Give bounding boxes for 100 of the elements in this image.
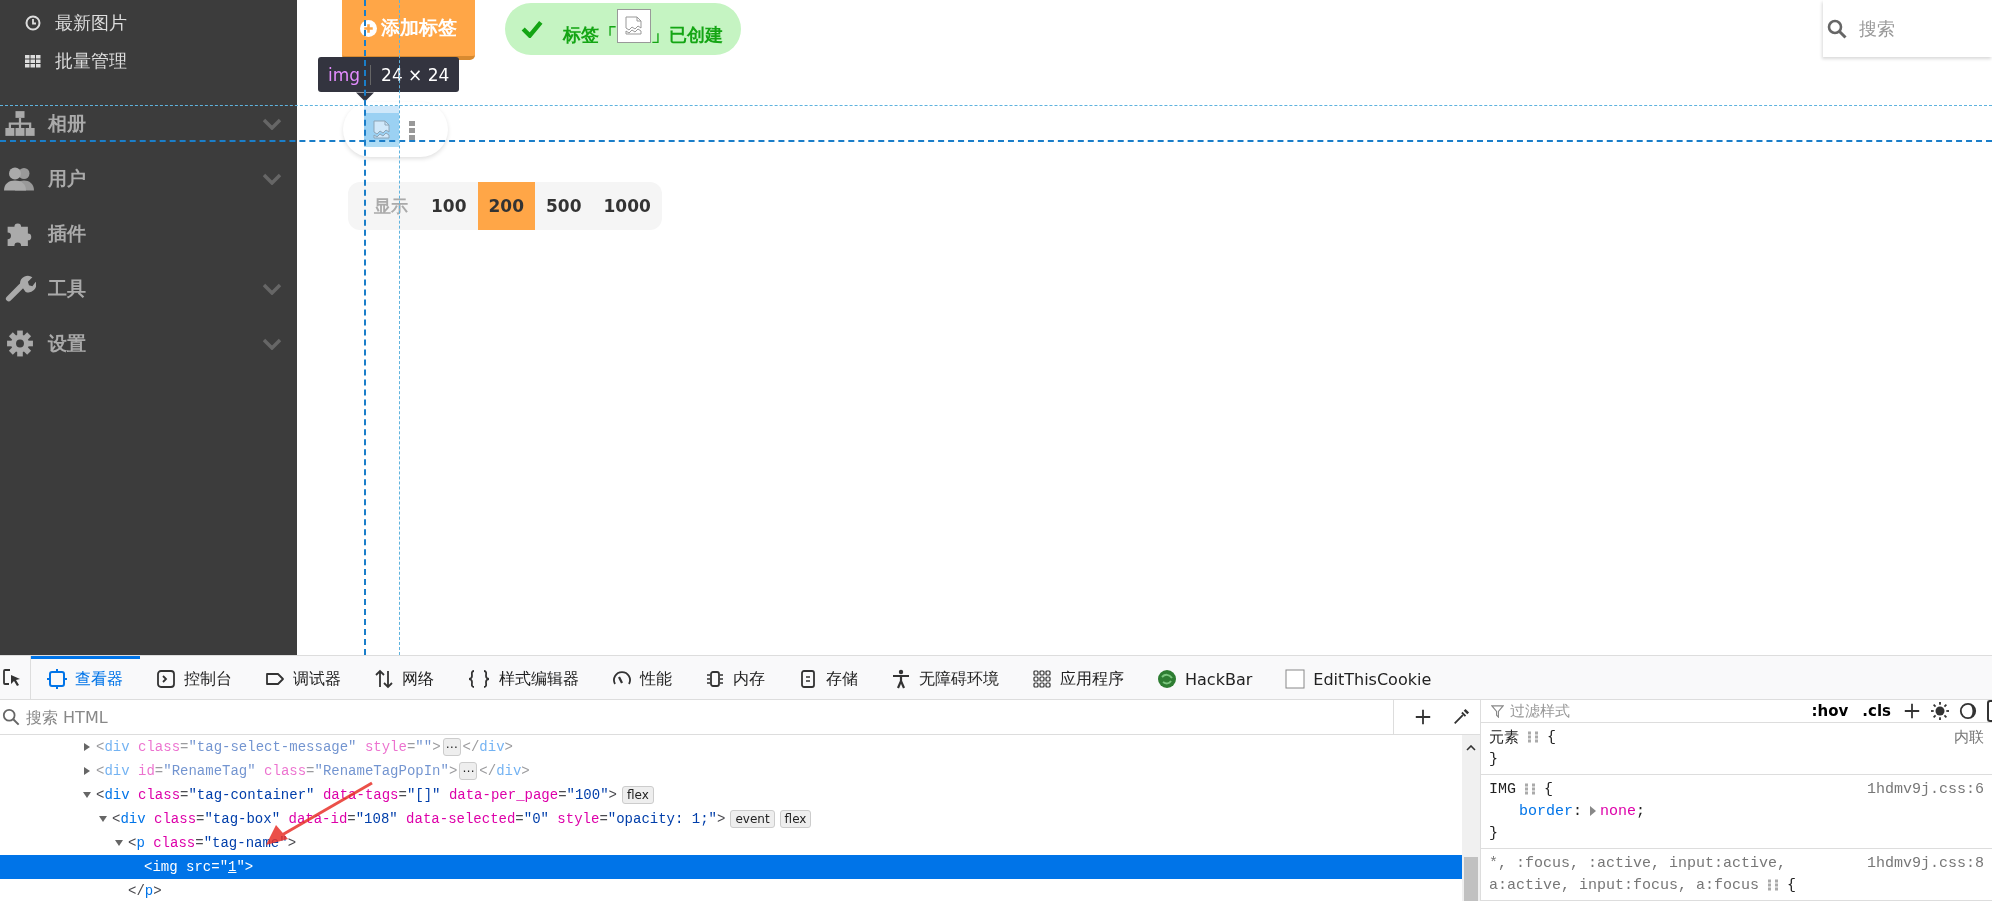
css-value[interactable]: none <box>1600 802 1637 820</box>
funnel-icon <box>1491 704 1504 718</box>
devtools-tab[interactable]: EditThisCookie <box>1269 656 1449 699</box>
markup-code: <div id="RenameTag" class="RenameTagPopIn"> <box>96 763 458 779</box>
braces-icon <box>467 669 491 689</box>
frame-icon <box>47 669 67 689</box>
grid-dots-icon[interactable] <box>1524 783 1536 795</box>
markup-code: <div class="tag-select-message" style=""> <box>96 739 441 755</box>
devtools-tab[interactable]: 调试器 <box>249 656 358 699</box>
devtools-tab[interactable]: 性能 <box>596 656 689 699</box>
sidebar-section[interactable]: 用户 <box>0 151 297 206</box>
element-highlight <box>364 106 399 140</box>
css-brace: { <box>1547 728 1556 746</box>
devtools-tab[interactable]: 样式编辑器 <box>451 656 596 699</box>
stylesheet-link[interactable]: 1hdmv9j.css:8 <box>1866 854 1984 872</box>
page-size-option[interactable]: 1000 <box>592 182 662 230</box>
stylesheet-link[interactable]: 内联 <box>1954 727 1984 747</box>
tag-chip[interactable] <box>343 102 448 157</box>
devtools-tab[interactable]: 内存 <box>689 656 782 699</box>
users-icon <box>4 165 36 192</box>
devtools-tab[interactable]: 应用程序 <box>1016 656 1141 699</box>
dots-grid-icon <box>1032 669 1052 689</box>
css-brace: } <box>1489 824 1498 842</box>
disclosure-triangle-icon[interactable] <box>82 766 92 776</box>
markup-code: </div> <box>462 739 513 755</box>
css-semicolon: ; <box>1636 802 1646 820</box>
disclosure-triangle-icon[interactable] <box>82 742 92 752</box>
toolbar-icon[interactable] <box>1987 700 1992 722</box>
sidebar-section[interactable]: 设置 <box>0 316 297 371</box>
wrench-icon <box>4 275 36 302</box>
sidebar-section[interactable]: 相册 <box>0 96 297 151</box>
accessibility-icon <box>891 669 911 689</box>
disclosure-triangle-icon[interactable] <box>114 838 124 848</box>
markup-row[interactable]: <div class="tag-select-message" style=""> ⋯ </div> <box>0 735 1462 759</box>
page-size-option[interactable]: 100 <box>420 182 478 230</box>
css-selector: *, :focus, :active, input:active, <box>1489 854 1787 872</box>
css-selector: IMG <box>1489 780 1516 798</box>
expand-triangle-icon[interactable] <box>1590 806 1597 816</box>
pager-label: 显示 <box>373 194 409 218</box>
gear-icon <box>4 330 36 357</box>
add-rule-icon[interactable] <box>1903 702 1921 720</box>
sidebar-section[interactable]: 工具 <box>0 261 297 316</box>
chip-icon <box>705 669 725 689</box>
css-property[interactable]: border <box>1519 802 1573 820</box>
checkmark-icon <box>521 20 543 38</box>
blank-square-icon <box>1285 669 1306 689</box>
markup-code: <img src="1"> <box>144 859 254 875</box>
sitemap-icon <box>4 110 36 137</box>
markup-row[interactable]: <div id="RenameTag" class="RenameTagPopIn"> ⋯ </div> <box>0 759 1462 783</box>
sidebar-item[interactable]: 批量管理 <box>0 42 297 80</box>
markup-row[interactable]: <img src="1"> <box>0 855 1462 879</box>
markup-badge[interactable]: flex <box>779 810 812 828</box>
collapsed-content-button[interactable]: ⋯ <box>459 762 478 780</box>
markup-code: <p class="tag-name"> <box>128 835 297 851</box>
element-picker-button[interactable] <box>0 656 31 699</box>
devtools-tab[interactable]: 存储 <box>782 656 875 699</box>
search-icon <box>1827 18 1847 39</box>
toast-text: 」已创建 <box>651 23 723 47</box>
scrollbar[interactable] <box>1462 735 1480 901</box>
css-brace: { <box>1787 876 1797 894</box>
scrollbar-thumb[interactable] <box>1464 857 1478 901</box>
sun-icon[interactable] <box>1931 702 1949 720</box>
clock-icon <box>25 15 41 31</box>
storage-icon <box>798 669 818 689</box>
css-selector: 元素 <box>1489 728 1519 747</box>
devtools-tab[interactable]: 控制台 <box>140 656 249 699</box>
plus-circle-icon <box>360 19 377 37</box>
ball-icon <box>1157 669 1177 689</box>
devtools-tab[interactable]: 无障碍环境 <box>875 656 1016 699</box>
src-link[interactable]: 1 <box>228 859 237 875</box>
eyedropper-icon[interactable] <box>1452 708 1470 726</box>
devtools-tab[interactable]: HackBar <box>1141 656 1270 699</box>
add-node-icon[interactable] <box>1414 708 1432 726</box>
grid-dots-icon[interactable] <box>1527 731 1539 743</box>
kebab-menu-icon[interactable] <box>409 119 415 140</box>
pseudo-class-toggle[interactable]: :hov <box>1809 702 1851 720</box>
cursor-icon <box>2 667 22 688</box>
markup-code: </p> <box>128 883 162 899</box>
moon-icon[interactable] <box>1959 702 1977 720</box>
css-brace: { <box>1544 780 1554 798</box>
collapsed-content-button[interactable]: ⋯ <box>442 738 461 756</box>
page-size-option[interactable]: 500 <box>535 182 593 230</box>
css-colon: : <box>1573 802 1583 820</box>
page-size-option[interactable]: 200 <box>477 182 535 230</box>
disclosure-triangle-icon[interactable] <box>82 790 92 800</box>
console-icon <box>156 669 176 689</box>
css-selector: a:active, input:focus, a:focus <box>1489 876 1760 894</box>
devtools-tab[interactable]: 查看器 <box>31 656 140 699</box>
pseudo-class-toggle[interactable]: .cls <box>1860 702 1893 720</box>
tooltip-tag: img <box>328 64 372 85</box>
devtools-tab[interactable]: 网络 <box>358 656 451 699</box>
markup-row[interactable]: <p class="tag-name"> <box>0 831 1462 855</box>
stylesheet-link[interactable]: 1hdmv9j.css:6 <box>1866 780 1984 798</box>
disclosure-triangle-icon[interactable] <box>98 814 108 824</box>
grid-dots-icon[interactable] <box>1767 879 1780 891</box>
sidebar-item[interactable]: 最新图片 <box>0 4 297 42</box>
markup-badge[interactable]: flex <box>621 786 654 804</box>
sidebar-section[interactable]: 插件 <box>0 206 297 261</box>
up-down-arrows-icon <box>374 669 394 689</box>
markup-badge[interactable]: event <box>730 810 775 828</box>
